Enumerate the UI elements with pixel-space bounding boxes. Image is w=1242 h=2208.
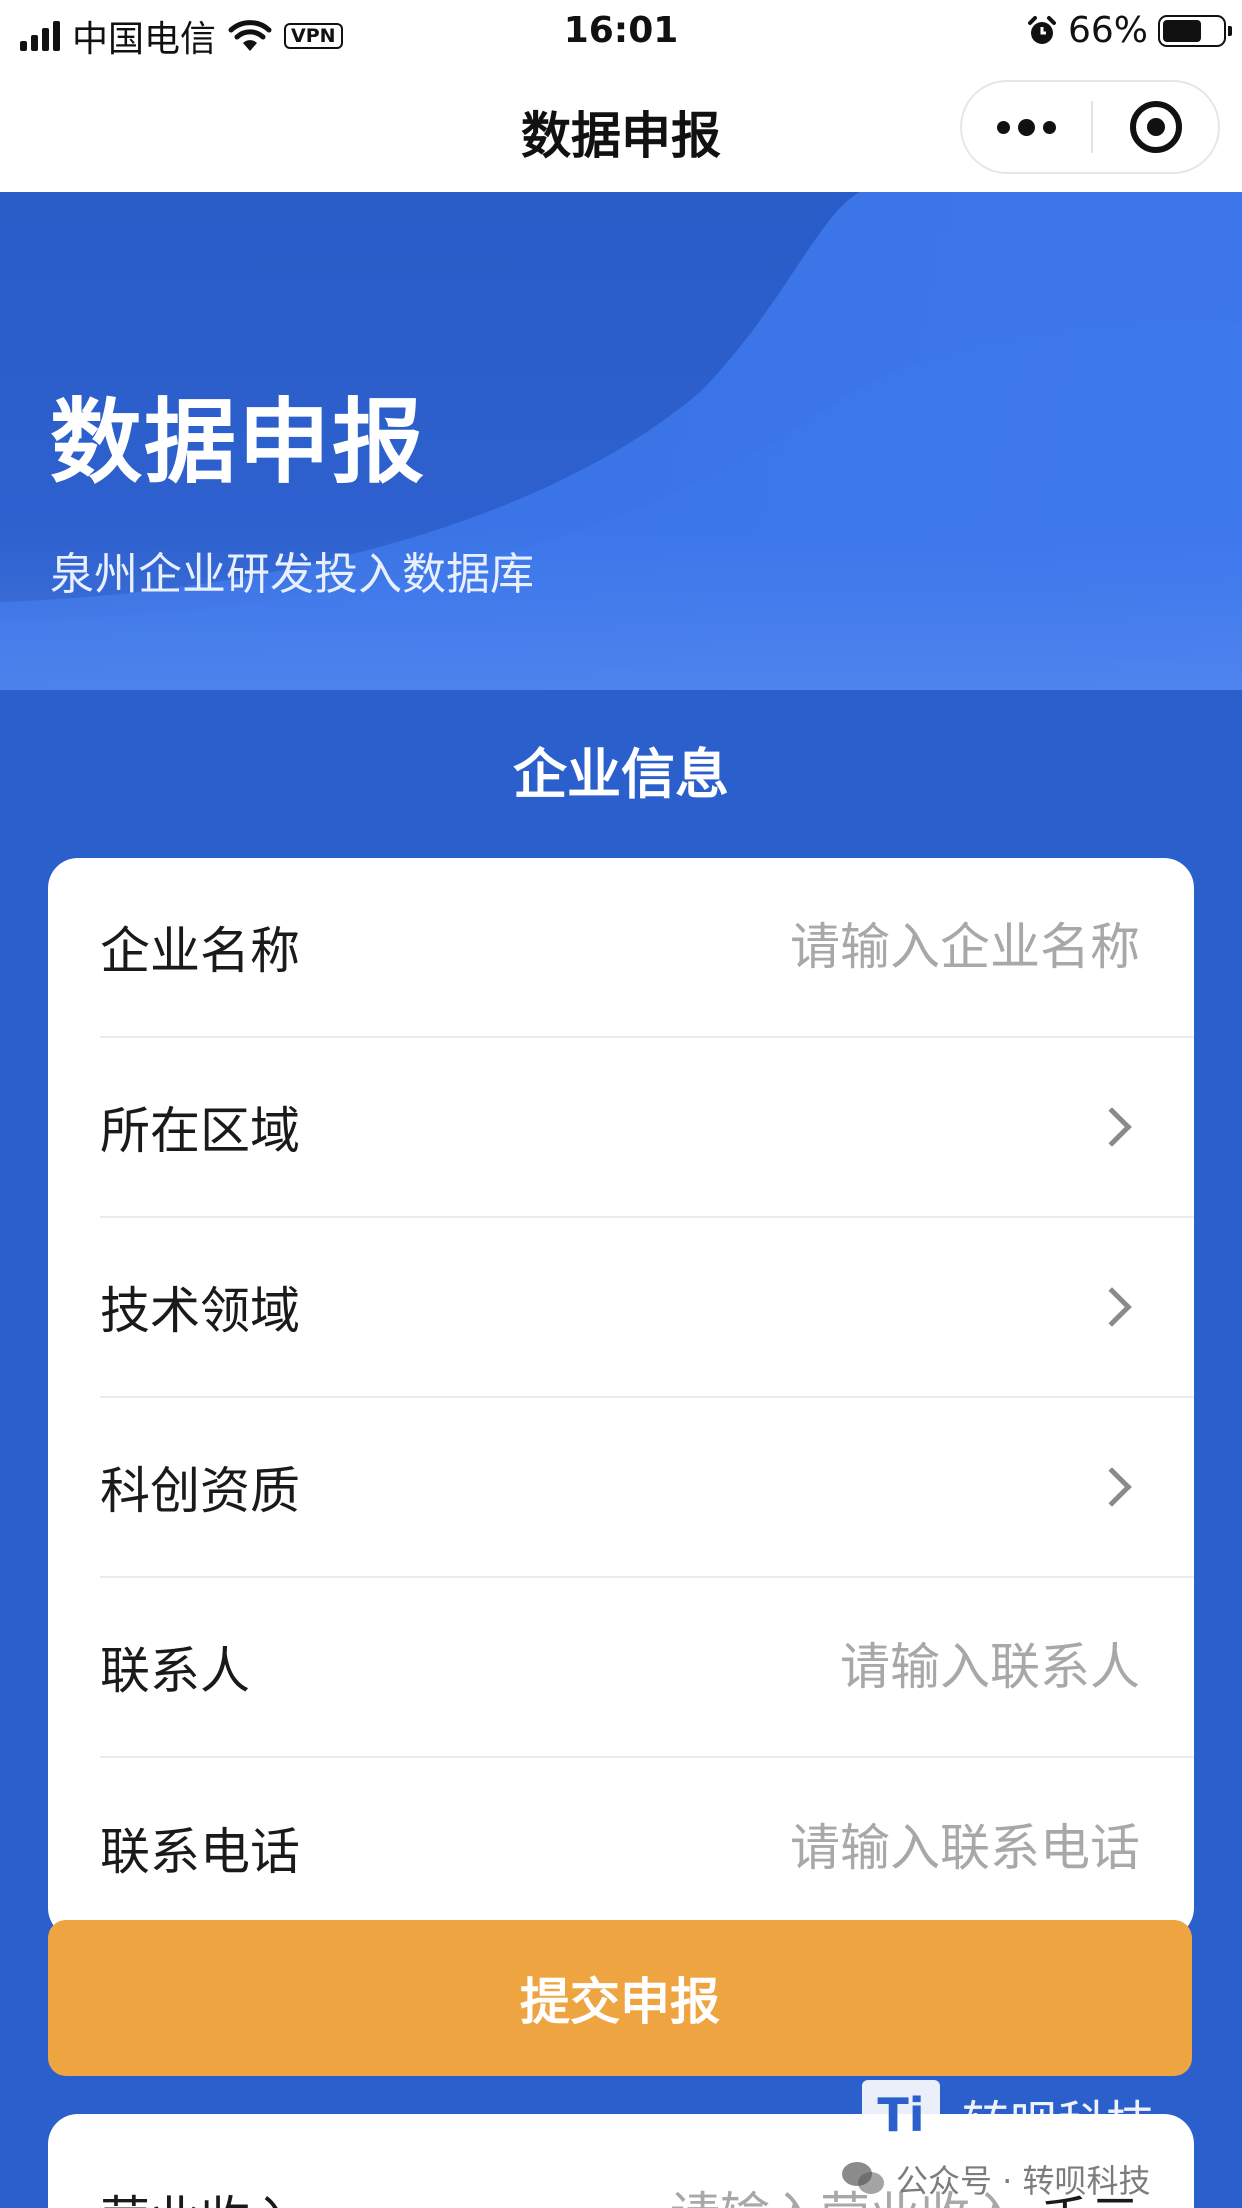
status-right: 66% bbox=[1026, 10, 1232, 51]
hero-subtitle: 泉州企业研发投入数据库 bbox=[50, 549, 534, 600]
form-row-company-name: 企业名称 bbox=[100, 858, 1194, 1038]
section-title: 企业信息 bbox=[513, 743, 729, 806]
contact-input[interactable] bbox=[580, 1638, 1140, 1696]
chevron-right-icon bbox=[1092, 1107, 1132, 1147]
hero-title: 数据申报 bbox=[50, 389, 427, 496]
status-bar: 中国电信 VPN 16:01 66% bbox=[0, 0, 1242, 62]
form-row-region[interactable]: 所在区域 bbox=[100, 1038, 1194, 1218]
target-icon bbox=[1129, 101, 1182, 153]
company-info-card: 企业名称 所在区域 技术领域 科创资质 联系人 联系电话 bbox=[48, 858, 1194, 1938]
form-row-tech-field[interactable]: 技术领域 bbox=[100, 1218, 1194, 1398]
battery-percent: 66% bbox=[1067, 10, 1148, 51]
phone-input[interactable] bbox=[580, 1819, 1140, 1877]
form-row-revenue: 营业收入 千元 bbox=[100, 2176, 1140, 2208]
capsule-menu bbox=[960, 80, 1220, 174]
qualification-label: 科创资质 bbox=[100, 1462, 300, 1520]
hero-banner: 数据申报 泉州企业研发投入数据库 bbox=[0, 192, 1242, 690]
chevron-right-icon bbox=[1092, 1287, 1132, 1327]
phone-label: 联系电话 bbox=[100, 1823, 300, 1881]
revenue-label: 营业收入 bbox=[100, 2180, 300, 2208]
revenue-input[interactable] bbox=[500, 2187, 1020, 2208]
tech-field-label: 技术领域 bbox=[100, 1282, 300, 1340]
form-row-qualification[interactable]: 科创资质 bbox=[100, 1398, 1194, 1578]
battery-icon bbox=[1158, 14, 1232, 47]
more-icon[interactable] bbox=[962, 82, 1091, 172]
revenue-input-group: 千元 bbox=[500, 2180, 1140, 2208]
region-label: 所在区域 bbox=[100, 1102, 300, 1160]
chevron-right-icon bbox=[1092, 1467, 1132, 1507]
contact-label: 联系人 bbox=[100, 1642, 250, 1700]
revenue-unit: 千元 bbox=[1040, 2180, 1140, 2208]
alarm-icon bbox=[1027, 15, 1056, 44]
form-row-contact: 联系人 bbox=[100, 1578, 1194, 1758]
company-name-input[interactable] bbox=[580, 918, 1140, 976]
financial-info-card: 营业收入 千元 bbox=[48, 2114, 1194, 2208]
submit-button[interactable]: 提交申报 bbox=[48, 1920, 1192, 2076]
nav-bar: 数据申报 bbox=[0, 62, 1242, 192]
form-row-phone: 联系电话 bbox=[100, 1758, 1194, 1938]
battery-fill bbox=[1163, 19, 1202, 42]
close-miniprogram-button[interactable] bbox=[1093, 82, 1218, 172]
company-name-label: 企业名称 bbox=[100, 922, 300, 980]
